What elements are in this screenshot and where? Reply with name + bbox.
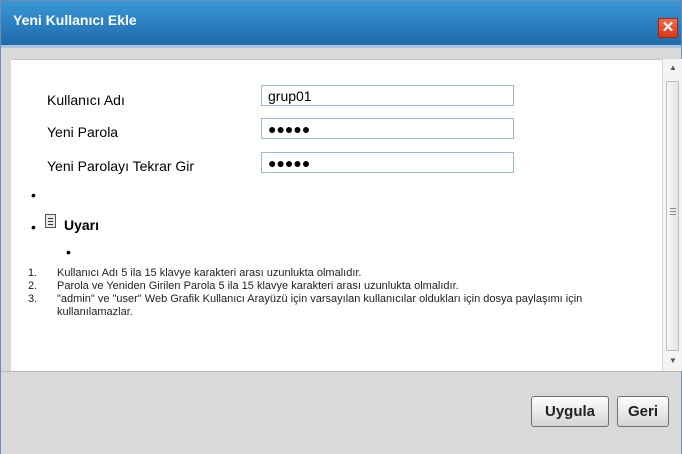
list-item-number: 3. <box>28 293 38 305</box>
list-item-text: "admin" ve "user" Web Grafik Kullanıcı A… <box>57 293 583 318</box>
grip-icon <box>670 208 676 215</box>
new-password-input[interactable] <box>261 118 514 139</box>
document-icon <box>45 214 56 228</box>
add-user-dialog: Yeni Kullanıcı Ekle ✕ Kullanıcı Adı Yeni… <box>0 0 682 454</box>
list-item-number: 1. <box>28 267 38 279</box>
warning-title: Uyarı <box>64 217 100 233</box>
username-input[interactable] <box>261 85 514 106</box>
list-item-text: Parola ve Yeniden Girilen Parola 5 ila 1… <box>57 280 459 292</box>
scroll-up-icon[interactable]: ▲ <box>667 62 679 74</box>
scrollbar-thumb[interactable] <box>666 81 679 351</box>
empty-bullet: • <box>31 187 36 203</box>
list-item-text: Kullanıcı Adı 5 ila 15 klavye karakteri … <box>57 267 362 279</box>
list-item: 3. "admin" ve "user" Web Grafik Kullanıc… <box>28 293 628 319</box>
list-item: 2. Parola ve Yeniden Girilen Parola 5 il… <box>28 280 628 293</box>
apply-button[interactable]: Uygula <box>531 396 609 427</box>
warning-list: 1. Kullanıcı Adı 5 ila 15 klavye karakte… <box>28 267 628 319</box>
dialog-title-bar: Yeni Kullanıcı Ekle ✕ <box>1 1 681 45</box>
confirm-password-input[interactable] <box>261 152 514 173</box>
new-password-label: Yeni Parola <box>47 124 119 140</box>
list-item-number: 2. <box>28 280 38 292</box>
sub-bullet: • <box>66 244 71 260</box>
list-item: 1. Kullanıcı Adı 5 ila 15 klavye karakte… <box>28 267 628 280</box>
warning-bullet: • <box>31 219 36 235</box>
dialog-title: Yeni Kullanıcı Ekle <box>13 12 137 28</box>
title-divider <box>1 45 681 48</box>
dialog-content: Kullanıcı Adı Yeni Parola Yeni Parolayı … <box>11 59 662 372</box>
scroll-down-icon[interactable]: ▼ <box>667 355 679 367</box>
confirm-password-label: Yeni Parolayı Tekrar Gir <box>47 158 195 174</box>
username-label: Kullanıcı Adı <box>47 92 125 108</box>
vertical-scrollbar[interactable]: ▲ ▼ <box>662 59 682 371</box>
back-button[interactable]: Geri <box>617 396 669 427</box>
close-icon[interactable]: ✕ <box>658 18 678 38</box>
